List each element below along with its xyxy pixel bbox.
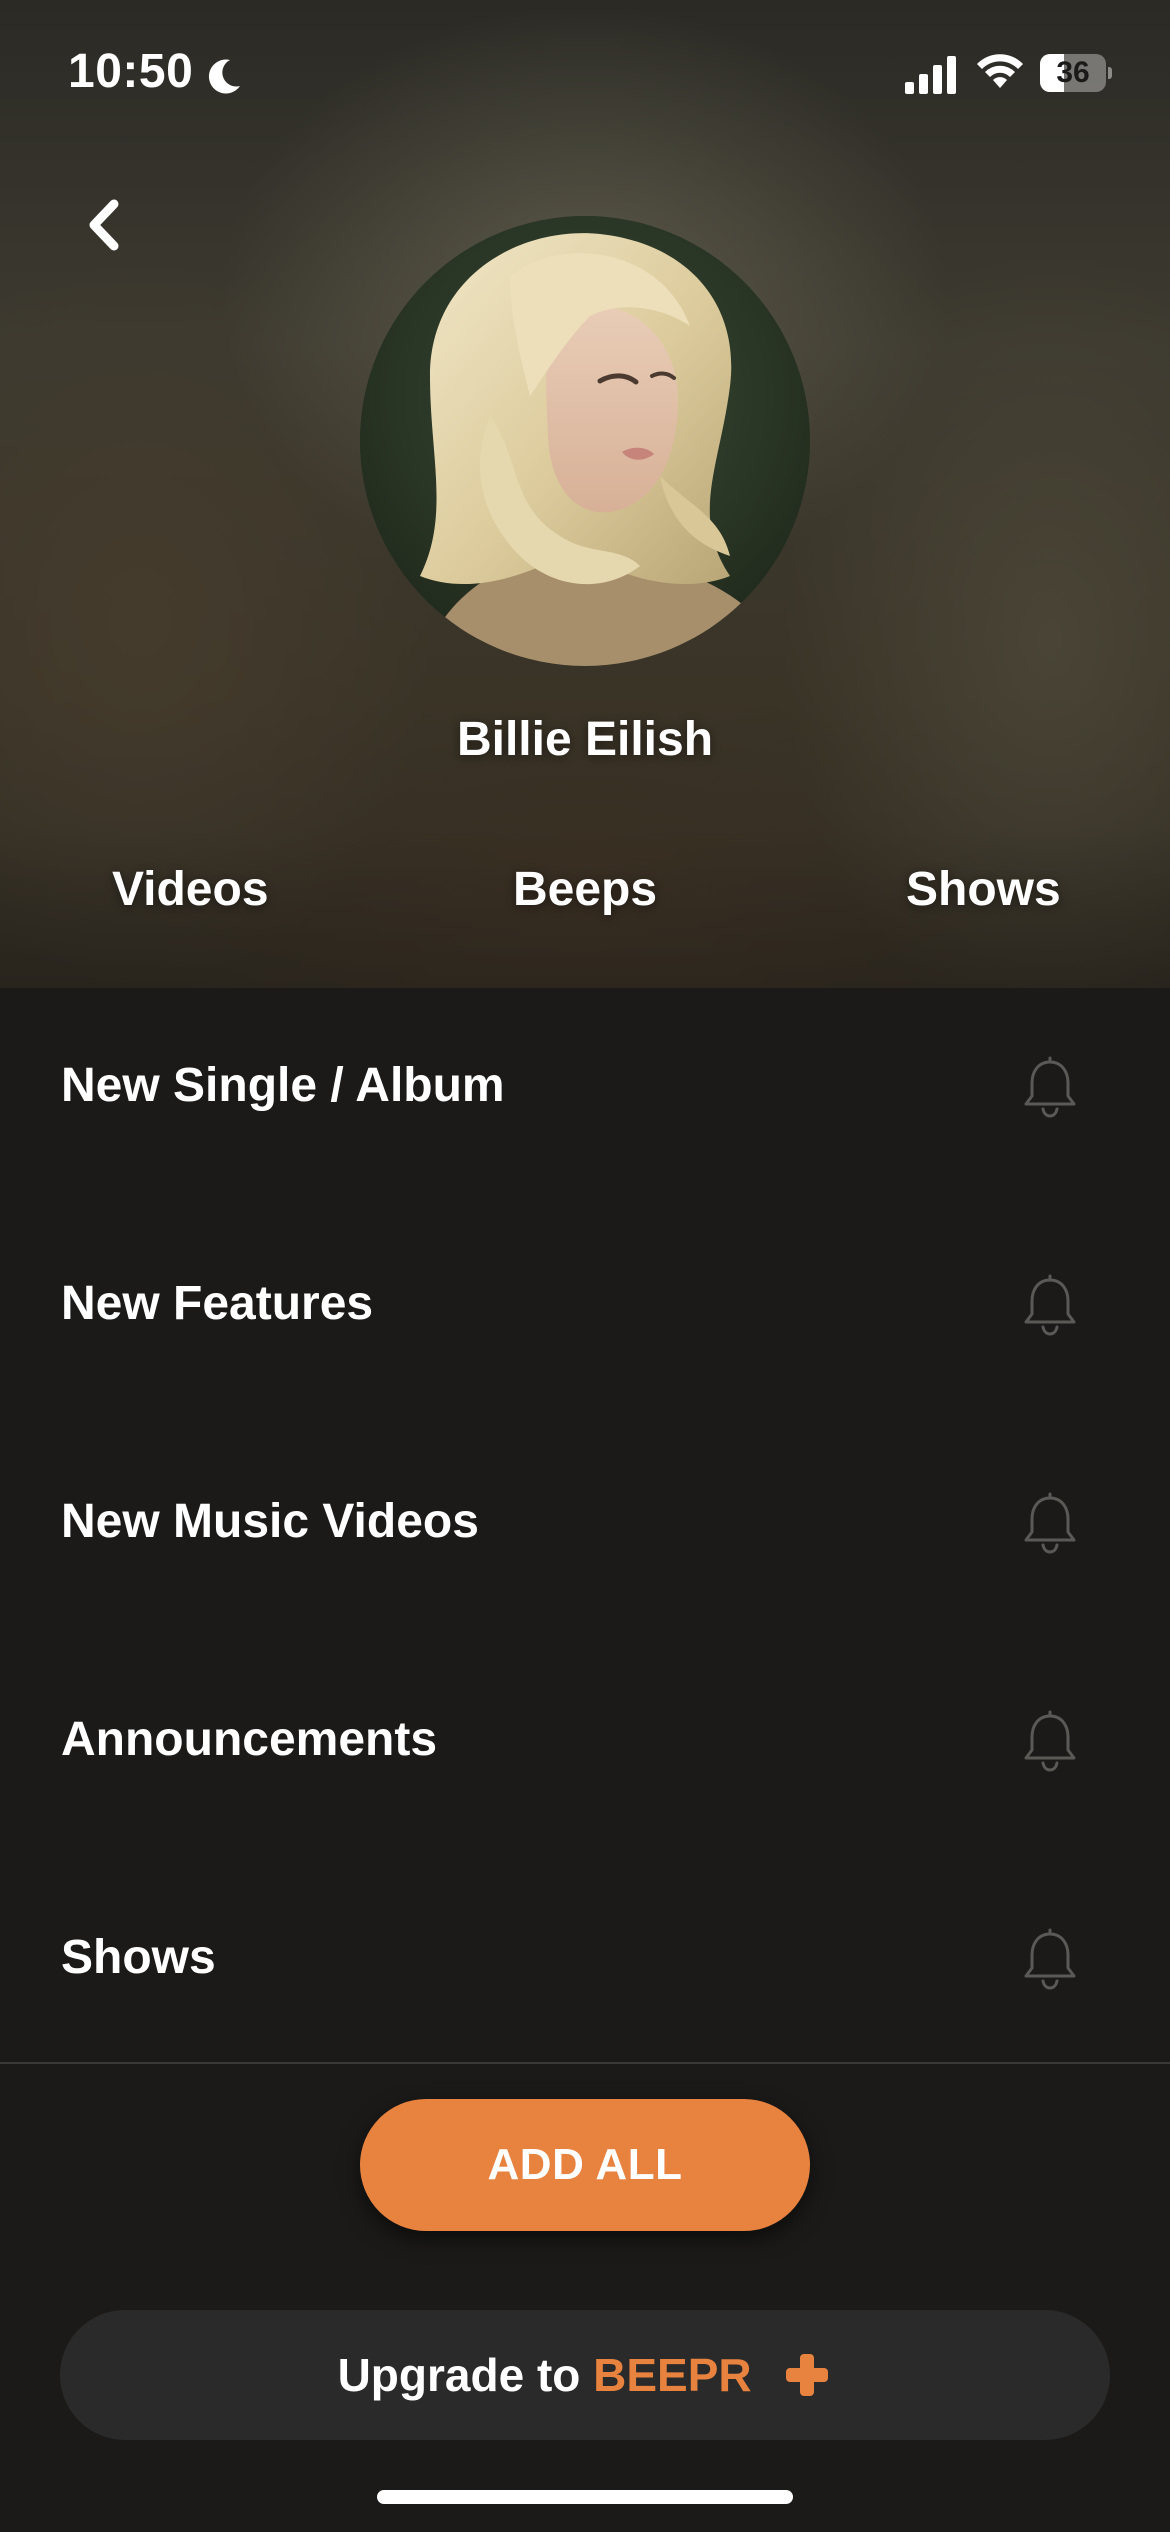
- battery-level: 36: [1056, 56, 1090, 89]
- list-item-new-single-album[interactable]: New Single / Album: [0, 988, 1170, 1206]
- list-item-label: New Single / Album: [61, 1059, 505, 1112]
- list-item-label: New Music Videos: [61, 1495, 479, 1548]
- artist-avatar: [360, 216, 810, 666]
- list-item-new-features[interactable]: New Features: [0, 1206, 1170, 1424]
- bell-icon[interactable]: [1020, 1492, 1080, 1556]
- tab-beeps[interactable]: Beeps: [513, 862, 657, 917]
- bell-icon[interactable]: [1020, 1710, 1080, 1774]
- artist-screen: 10:50 36 Billie Eilish Videos Beeps Show…: [0, 0, 1170, 2532]
- bell-icon[interactable]: [1020, 1274, 1080, 1338]
- list-item-label: New Features: [61, 1277, 374, 1330]
- notification-list: New Single / Album New Features New Musi…: [0, 988, 1170, 2078]
- list-item-label: Announcements: [61, 1713, 438, 1766]
- back-button[interactable]: [70, 190, 140, 260]
- list-item-announcements[interactable]: Announcements: [0, 1642, 1170, 1860]
- add-all-button[interactable]: ADD ALL: [360, 2099, 810, 2231]
- tab-videos[interactable]: Videos: [112, 862, 269, 917]
- upgrade-text: Upgrade to BEEPR: [60, 2310, 1110, 2440]
- list-item-shows[interactable]: Shows: [0, 1860, 1170, 2078]
- tab-shows[interactable]: Shows: [906, 862, 1061, 917]
- artist-name: Billie Eilish: [456, 713, 714, 766]
- upgrade-button[interactable]: Upgrade to BEEPR: [60, 2310, 1110, 2440]
- upgrade-prefix: Upgrade to: [337, 2349, 581, 2401]
- plus-icon: [786, 2353, 829, 2396]
- bell-icon[interactable]: [1020, 1928, 1080, 1992]
- home-indicator: [377, 2490, 793, 2504]
- list-item-label: Shows: [61, 1931, 216, 1984]
- bell-icon[interactable]: [1020, 1056, 1080, 1120]
- status-bar: 10:50 36: [0, 0, 1170, 150]
- artist-tabs: Videos Beeps Shows: [0, 862, 1170, 942]
- moon-icon: [208, 59, 240, 94]
- upgrade-brand: BEEPR: [593, 2349, 752, 2401]
- status-time: 10:50: [68, 45, 194, 98]
- list-item-new-music-videos[interactable]: New Music Videos: [0, 1424, 1170, 1642]
- chevron-left-icon: [89, 199, 119, 251]
- battery-icon: 36: [1040, 54, 1112, 92]
- list-divider: [0, 2062, 1170, 2064]
- wifi-icon: [977, 54, 1023, 88]
- signal-icon: [905, 56, 956, 94]
